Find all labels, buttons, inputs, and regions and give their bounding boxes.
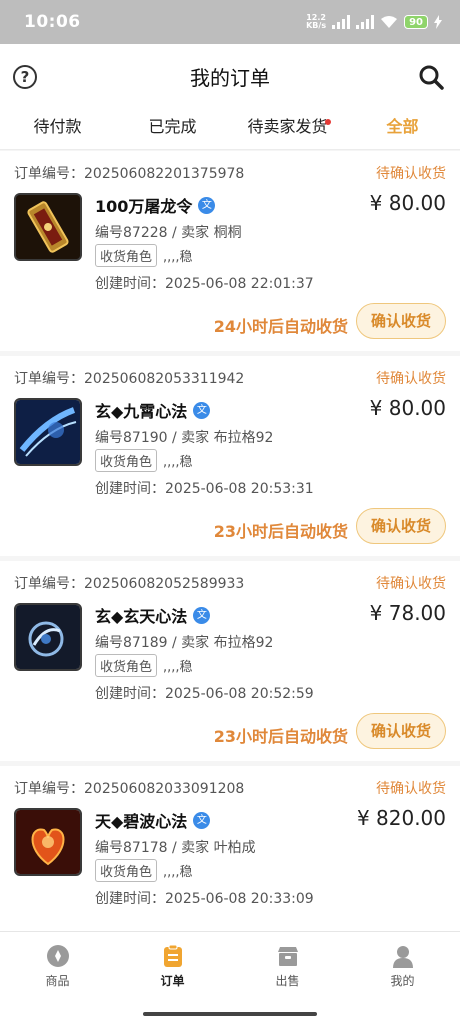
verified-icon: 文 <box>193 811 211 829</box>
status-time: 10:06 <box>24 12 81 32</box>
item-meta: 编号87189 / 卖家 布拉格92 <box>95 635 274 651</box>
sell-icon <box>277 947 298 966</box>
item-name: 天◆碧波心法 <box>95 812 188 831</box>
nav-goods[interactable]: 商品 <box>0 932 115 1001</box>
created-time: 创建时间：2025-06-08 22:01:37 <box>95 276 314 292</box>
confirm-receipt-button[interactable]: 确认收货 <box>356 508 446 544</box>
order-tabs: 待付款 已完成 待卖家发货 全部 <box>0 108 460 150</box>
skill-book-image <box>16 810 80 874</box>
confirm-receipt-button[interactable]: 确认收货 <box>356 303 446 339</box>
goods-icon <box>46 945 69 967</box>
item-thumbnail <box>14 398 82 466</box>
order-number: 订单编号：202506082033091208 <box>14 781 245 797</box>
nav-sell[interactable]: 出售 <box>230 932 345 1001</box>
nav-label: 我的 <box>390 974 415 988</box>
item-name-row: 玄◆玄天心法 文 <box>95 603 211 627</box>
item-price: ¥ 80.00 <box>369 191 446 215</box>
page-title: 我的订单 <box>190 65 270 90</box>
signal-icon-2 <box>356 15 375 29</box>
tab-completed[interactable]: 已完成 <box>115 108 230 149</box>
nav-label: 出售 <box>275 974 300 988</box>
auto-receive-text: 23小时后自动收货 <box>213 727 348 746</box>
item-meta: 编号87178 / 卖家 叶柏成 <box>95 840 256 856</box>
status-bar: 10:06 12.2 KB/s 90 <box>0 0 460 44</box>
charging-icon <box>434 15 442 29</box>
role-name: ,,,,稳 <box>163 455 193 470</box>
item-price: ¥ 80.00 <box>369 396 446 420</box>
item-name: 玄◆玄天心法 <box>95 607 188 626</box>
tab-awaiting-shipment[interactable]: 待卖家发货 <box>230 108 345 149</box>
app-header: ? 我的订单 <box>0 44 460 108</box>
item-thumbnail <box>14 808 82 876</box>
order-card[interactable]: 订单编号：202506082033091208 待确认收货 天◆碧波心法 文 ¥… <box>0 766 460 931</box>
role-row: 收货角色 ,,,,稳 <box>95 859 193 882</box>
skill-book-image <box>16 400 80 464</box>
role-name: ,,,,稳 <box>163 865 193 880</box>
created-time: 创建时间：2025-06-08 20:53:31 <box>95 481 314 497</box>
auto-receive-text: 23小时后自动收货 <box>213 522 348 541</box>
order-number: 订单编号：202506082053311942 <box>14 371 245 387</box>
notification-dot <box>325 119 331 125</box>
item-price: ¥ 78.00 <box>369 601 446 625</box>
order-number: 订单编号：202506082201375978 <box>14 166 245 182</box>
item-meta: 编号87190 / 卖家 布拉格92 <box>95 430 274 446</box>
order-number: 订单编号：202506082052589933 <box>14 576 245 592</box>
role-name: ,,,,稳 <box>163 250 193 265</box>
nav-label: 商品 <box>45 974 70 988</box>
order-card[interactable]: 订单编号：202506082052589933 待确认收货 玄◆玄天心法 文 ¥… <box>0 561 460 761</box>
item-name: 玄◆九霄心法 <box>95 402 188 421</box>
wifi-icon <box>381 16 398 28</box>
order-status: 待确认收货 <box>376 576 446 592</box>
order-icon <box>163 944 182 967</box>
item-name-row: 天◆碧波心法 文 <box>95 808 211 832</box>
tab-pending-payment[interactable]: 待付款 <box>0 108 115 149</box>
role-row: 收货角色 ,,,,稳 <box>95 244 193 267</box>
battery-indicator: 90 <box>404 15 428 29</box>
search-icon[interactable] <box>418 64 444 90</box>
role-row: 收货角色 ,,,,稳 <box>95 449 193 472</box>
auto-receive-text: 24小时后自动收货 <box>213 317 348 336</box>
nav-orders[interactable]: 订单 <box>115 932 230 1001</box>
order-status: 待确认收货 <box>376 166 446 182</box>
network-speed: 12.2 KB/s <box>306 13 327 30</box>
signal-icon <box>332 15 351 29</box>
verified-icon: 文 <box>193 401 211 419</box>
order-card[interactable]: 订单编号：202506082201375978 待确认收货 100万屠龙令 文 … <box>0 151 460 351</box>
role-badge: 收货角色 <box>95 654 158 677</box>
item-thumbnail <box>14 193 82 261</box>
profile-icon <box>392 946 413 968</box>
created-time: 创建时间：2025-06-08 20:33:09 <box>95 891 314 907</box>
order-status: 待确认收货 <box>376 371 446 387</box>
verified-icon: 文 <box>193 606 211 624</box>
nav-label: 订单 <box>160 974 185 988</box>
item-name-row: 玄◆九霄心法 文 <box>95 398 211 422</box>
nav-profile[interactable]: 我的 <box>345 932 460 1001</box>
home-indicator[interactable] <box>143 1012 317 1016</box>
role-badge: 收货角色 <box>95 244 158 267</box>
item-name-row: 100万屠龙令 文 <box>95 193 216 217</box>
order-status: 待确认收货 <box>376 781 446 797</box>
role-name: ,,,,稳 <box>163 660 193 675</box>
confirm-receipt-button[interactable]: 确认收货 <box>356 713 446 749</box>
dragon-token-image <box>16 195 80 259</box>
order-list: 订单编号：202506082201375978 待确认收货 100万屠龙令 文 … <box>0 151 460 931</box>
question-circle-icon[interactable]: ? <box>13 65 37 89</box>
item-name: 100万屠龙令 <box>95 197 193 216</box>
bottom-nav: 商品 订单 出售 我的 <box>0 931 460 1001</box>
role-badge: 收货角色 <box>95 859 158 882</box>
tab-all[interactable]: 全部 <box>345 108 460 149</box>
skill-book-image <box>16 605 80 669</box>
role-row: 收货角色 ,,,,稳 <box>95 654 193 677</box>
verified-icon: 文 <box>198 196 216 214</box>
item-meta: 编号87228 / 卖家 桐桐 <box>95 225 242 241</box>
status-icons: 12.2 KB/s 90 <box>306 14 442 30</box>
created-time: 创建时间：2025-06-08 20:52:59 <box>95 686 314 702</box>
item-price: ¥ 820.00 <box>356 806 446 830</box>
item-thumbnail <box>14 603 82 671</box>
order-card[interactable]: 订单编号：202506082053311942 待确认收货 玄◆九霄心法 文 ¥… <box>0 356 460 556</box>
role-badge: 收货角色 <box>95 449 158 472</box>
